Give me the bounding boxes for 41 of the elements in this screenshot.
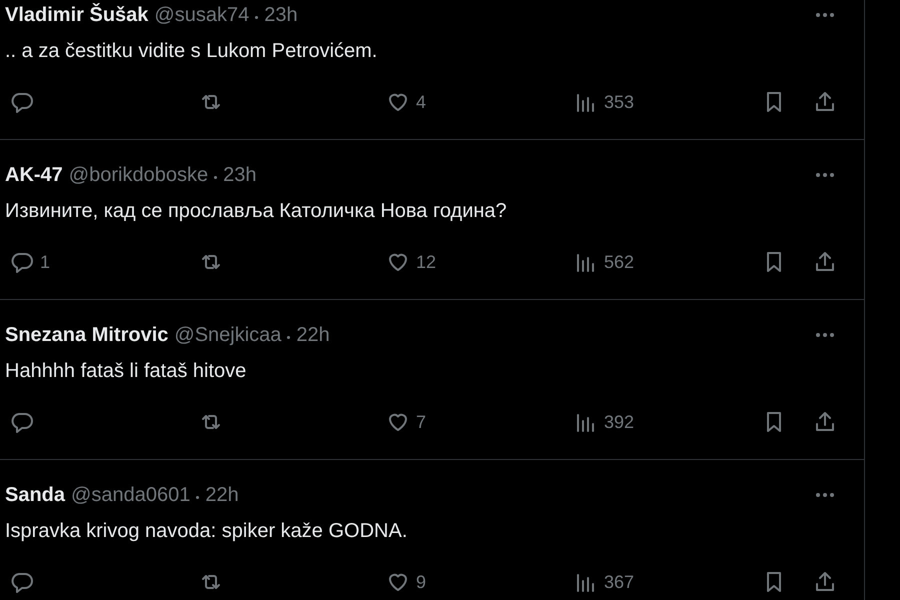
share-icon[interactable] xyxy=(813,410,837,434)
view-count: 353 xyxy=(604,92,634,112)
reply-count: 1 xyxy=(40,252,50,272)
author-name[interactable]: Snezana Mitrovic xyxy=(5,324,168,346)
post-time[interactable]: 22h xyxy=(296,324,330,346)
more-icon[interactable] xyxy=(814,172,836,178)
separator-dot xyxy=(214,176,218,178)
reply-icon[interactable] xyxy=(10,570,34,594)
post-time[interactable]: 22h xyxy=(205,484,239,506)
view-count: 562 xyxy=(604,252,634,272)
post-text: Извините, кад се прославља Католичка Нова година? xyxy=(5,200,508,224)
post-time[interactable]: 23h xyxy=(223,164,256,186)
author-handle[interactable]: @borikdoboske xyxy=(68,164,208,186)
reply-icon[interactable] xyxy=(10,410,34,434)
reply-icon[interactable] xyxy=(10,90,34,114)
separator-dot xyxy=(255,16,258,18)
view-count: 367 xyxy=(604,572,634,592)
separator-dot xyxy=(196,496,200,498)
author-name[interactable]: AK-47 xyxy=(5,164,63,186)
like-count: 9 xyxy=(416,572,426,592)
reply-icon[interactable] xyxy=(10,250,34,274)
post-text: Hahhhh fataš li fataš hitove xyxy=(5,360,248,384)
author-handle[interactable]: @sanda0601 xyxy=(71,484,190,506)
post-time[interactable]: 23h xyxy=(264,4,298,26)
author-name[interactable]: Sanda xyxy=(5,484,66,506)
share-icon[interactable] xyxy=(813,90,837,114)
view-count: 392 xyxy=(604,412,634,432)
author-handle[interactable]: @Snejkicaa xyxy=(174,324,282,346)
post-text: Ispravka krivog navoda: spiker kaže GODNA. xyxy=(5,520,408,544)
share-icon[interactable] xyxy=(813,570,837,594)
share-icon[interactable] xyxy=(813,250,837,274)
author-name[interactable]: Vladimir Šušak xyxy=(5,4,148,26)
author-handle[interactable]: @susak74 xyxy=(154,4,250,26)
like-count: 4 xyxy=(416,92,426,112)
like-count: 12 xyxy=(416,252,436,272)
more-icon[interactable] xyxy=(814,12,836,18)
more-icon[interactable] xyxy=(814,492,836,498)
separator-dot xyxy=(287,336,290,338)
like-count: 7 xyxy=(416,412,426,432)
more-icon[interactable] xyxy=(814,332,836,338)
post-text: .. a za čestitku vidite s Lukom Petrovićem. xyxy=(5,40,378,64)
